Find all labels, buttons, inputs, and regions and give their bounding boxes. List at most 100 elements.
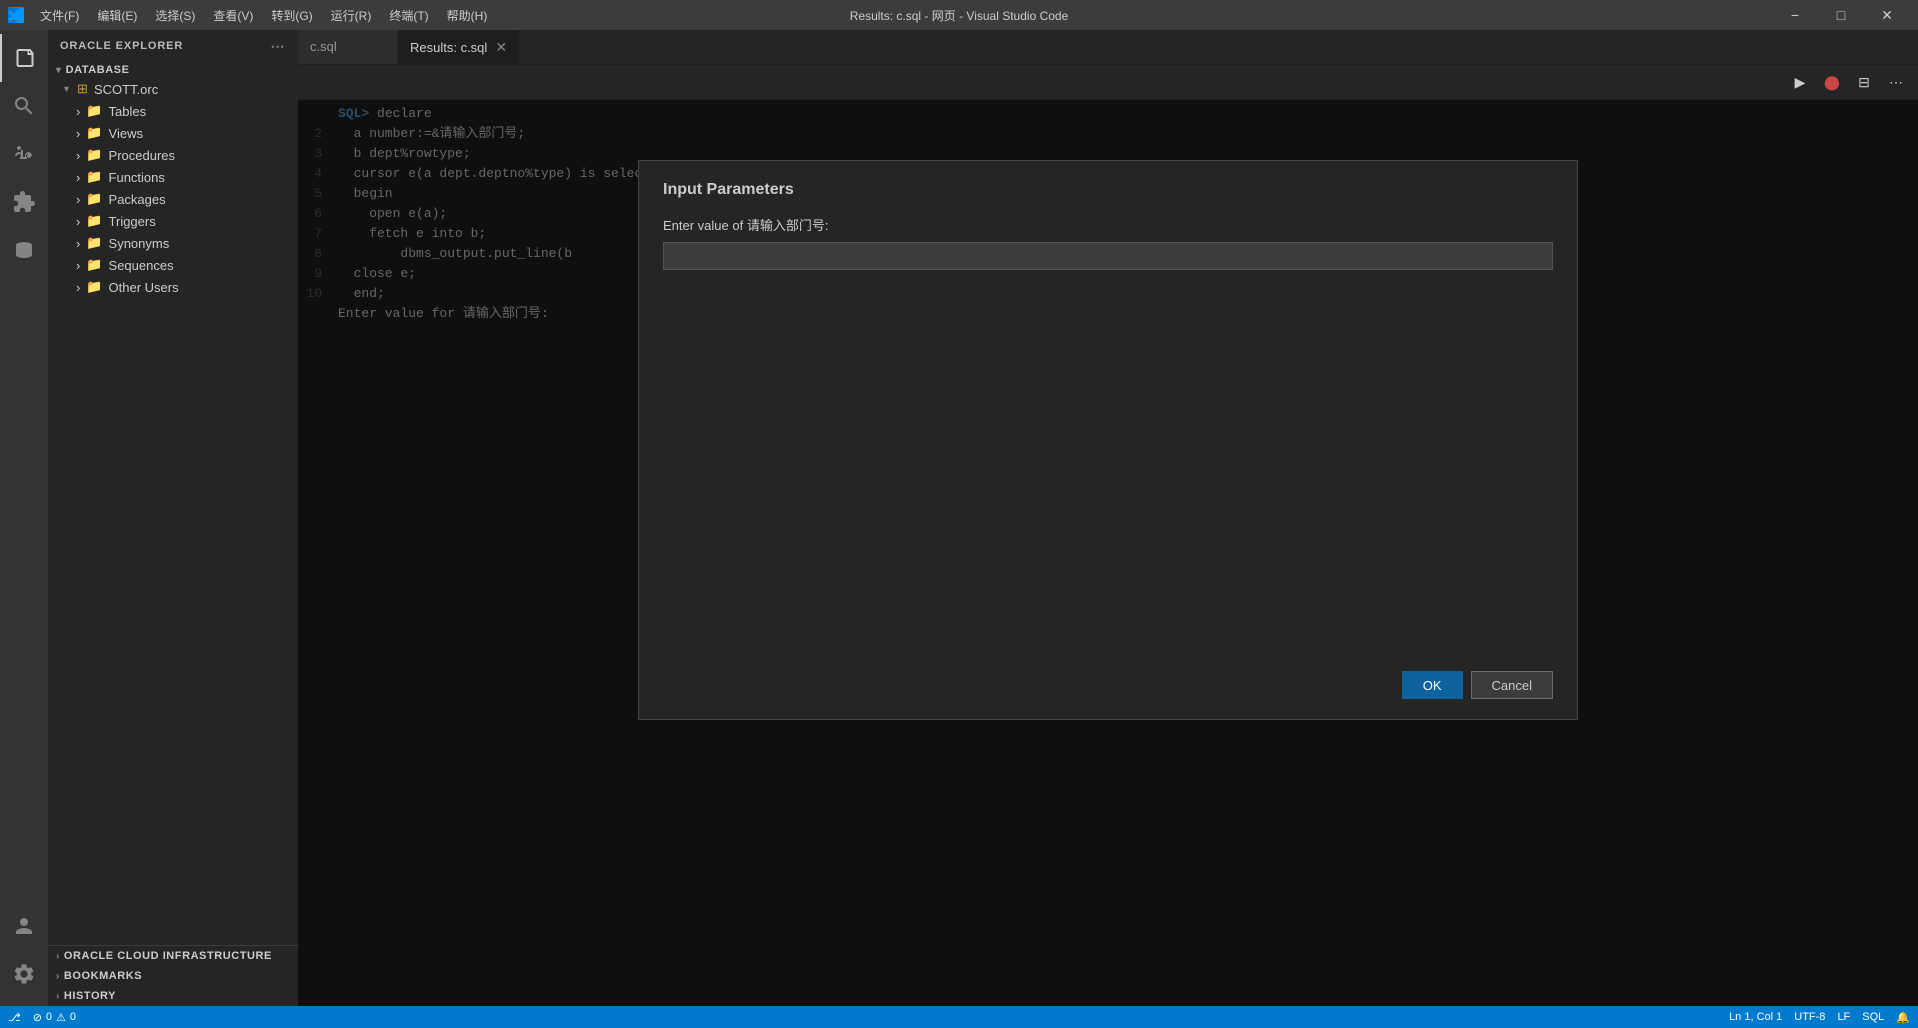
oci-chevron: ›: [56, 951, 60, 962]
sequences-folder-icon: 📁: [86, 257, 102, 273]
packages-folder-icon: 📁: [86, 191, 102, 207]
bell-icon: 🔔: [1896, 1011, 1910, 1024]
sidebar-item-packages[interactable]: › 📁 Packages: [48, 188, 298, 210]
packages-arrow: ›: [76, 192, 80, 207]
errors-item[interactable]: ⊘ 0 ⚠ 0: [33, 1011, 76, 1024]
status-left: ⎇ ⊘ 0 ⚠ 0: [8, 1011, 76, 1024]
line-col-text: Ln 1, Col 1: [1729, 1011, 1782, 1023]
sidebar-item-sequences[interactable]: › 📁 Sequences: [48, 254, 298, 276]
notifications-item[interactable]: 🔔: [1896, 1011, 1910, 1024]
split-editor-button[interactable]: ⊟: [1850, 71, 1878, 93]
activity-accounts[interactable]: [0, 902, 48, 950]
sidebar-item-procedures[interactable]: › 📁 Procedures: [48, 144, 298, 166]
triggers-arrow: ›: [76, 214, 80, 229]
tabs-bar: c.sql Results: c.sql ✕: [298, 30, 1918, 65]
menu-edit[interactable]: 编辑(E): [89, 5, 145, 26]
views-arrow: ›: [76, 126, 80, 141]
sidebar-item-functions[interactable]: › 📁 Functions: [48, 166, 298, 188]
procedures-arrow: ›: [76, 148, 80, 163]
line-ending-item[interactable]: LF: [1837, 1011, 1850, 1023]
menu-file[interactable]: 文件(F): [32, 5, 87, 26]
history-chevron: ›: [56, 991, 60, 1002]
git-branch-icon: ⎇: [8, 1011, 21, 1024]
sidebar-item-tables[interactable]: › 📁 Tables: [48, 100, 298, 122]
synonyms-arrow: ›: [76, 236, 80, 251]
procedures-folder-icon: 📁: [86, 147, 102, 163]
encoding-text: UTF-8: [1794, 1011, 1825, 1023]
activity-explorer[interactable]: [0, 34, 48, 82]
functions-folder-icon: 📁: [86, 169, 102, 185]
language-item[interactable]: SQL: [1862, 1011, 1884, 1023]
activity-search[interactable]: [0, 82, 48, 130]
dialog-input[interactable]: [663, 242, 1553, 270]
tab-results-close[interactable]: ✕: [495, 40, 507, 54]
sidebar-item-triggers[interactable]: › 📁 Triggers: [48, 210, 298, 232]
tab-csql[interactable]: c.sql: [298, 30, 398, 64]
activity-settings[interactable]: [0, 950, 48, 998]
menu-goto[interactable]: 转到(G): [263, 5, 320, 26]
menu-help[interactable]: 帮助(H): [439, 5, 496, 26]
tab-results-csql[interactable]: Results: c.sql ✕: [398, 30, 520, 64]
tables-arrow: ›: [76, 104, 80, 119]
sidebar-more-actions[interactable]: ⋯: [270, 38, 286, 54]
language-text: SQL: [1862, 1011, 1884, 1023]
scott-db-icon: ⊞: [77, 81, 88, 97]
sidebar-item-views[interactable]: › 📁 Views: [48, 122, 298, 144]
sidebar-item-synonyms[interactable]: › 📁 Synonyms: [48, 232, 298, 254]
database-section-header[interactable]: ▾ DATABASE: [48, 62, 298, 78]
activity-bar: [0, 30, 48, 1006]
sequences-arrow: ›: [76, 258, 80, 273]
close-button[interactable]: ✕: [1864, 0, 1910, 30]
menu-terminal[interactable]: 终端(T): [381, 5, 436, 26]
tables-folder-icon: 📁: [86, 103, 102, 119]
error-icon: ⊘: [33, 1011, 42, 1024]
window-title: Results: c.sql - 网页 - Visual Studio Code: [850, 7, 1069, 24]
status-right: Ln 1, Col 1 UTF-8 LF SQL 🔔: [1729, 1011, 1910, 1024]
other-users-arrow: ›: [76, 280, 80, 295]
activity-source-control[interactable]: [0, 130, 48, 178]
sidebar: ORACLE EXPLORER ⋯ ▾ DATABASE ▾ ⊞ SCOTT.o…: [48, 30, 298, 1006]
bookmarks-chevron: ›: [56, 971, 60, 982]
menu-view[interactable]: 查看(V): [205, 5, 261, 26]
menu-select[interactable]: 选择(S): [147, 5, 203, 26]
tab-results-label: Results: c.sql: [410, 40, 487, 55]
git-branch-item[interactable]: ⎇: [8, 1011, 21, 1024]
encoding-item[interactable]: UTF-8: [1794, 1011, 1825, 1023]
scott-orc-item[interactable]: ▾ ⊞ SCOTT.orc: [48, 78, 298, 100]
minimize-button[interactable]: −: [1772, 0, 1818, 30]
main-layout: ORACLE EXPLORER ⋯ ▾ DATABASE ▾ ⊞ SCOTT.o…: [0, 30, 1918, 1006]
bookmarks-section[interactable]: › BOOKMARKS: [48, 966, 298, 986]
sidebar-header-actions: ⋯: [270, 38, 286, 54]
tab-csql-label: c.sql: [310, 39, 337, 54]
history-section[interactable]: › HISTORY: [48, 986, 298, 1006]
error-count: 0: [46, 1011, 52, 1023]
sidebar-header: ORACLE EXPLORER ⋯: [48, 30, 298, 62]
more-actions-button[interactable]: ⋯: [1882, 71, 1910, 93]
stop-button[interactable]: ⬤: [1818, 71, 1846, 93]
menu-run[interactable]: 运行(R): [323, 5, 380, 26]
title-bar-left: 文件(F) 编辑(E) 选择(S) 查看(V) 转到(G) 运行(R) 终端(T…: [8, 5, 495, 26]
line-col-item[interactable]: Ln 1, Col 1: [1729, 1011, 1782, 1023]
menu-bar: 文件(F) 编辑(E) 选择(S) 查看(V) 转到(G) 运行(R) 终端(T…: [32, 5, 495, 26]
activity-extensions[interactable]: [0, 178, 48, 226]
dialog-label: Enter value of 请输入部门号:: [663, 215, 1553, 234]
input-parameters-dialog: Input Parameters Enter value of 请输入部门号: …: [638, 160, 1578, 720]
run-button[interactable]: ▶: [1786, 71, 1814, 93]
activity-db[interactable]: [0, 226, 48, 274]
functions-arrow: ›: [76, 170, 80, 185]
scott-expand-arrow: ▾: [64, 84, 69, 95]
other-users-folder-icon: 📁: [86, 279, 102, 295]
editor-toolbar: ▶ ⬤ ⊟ ⋯: [298, 65, 1918, 100]
sidebar-item-other-users[interactable]: › 📁 Other Users: [48, 276, 298, 298]
synonyms-folder-icon: 📁: [86, 235, 102, 251]
dialog-title: Input Parameters: [663, 181, 1553, 199]
activity-bottom: [0, 902, 48, 1006]
restore-button[interactable]: □: [1818, 0, 1864, 30]
status-bar: ⎇ ⊘ 0 ⚠ 0 Ln 1, Col 1 UTF-8 LF SQL 🔔: [0, 1006, 1918, 1028]
content-area: c.sql Results: c.sql ✕ ▶ ⬤ ⊟ ⋯ SQL> decl…: [298, 30, 1918, 1006]
vscode-icon: [8, 7, 24, 23]
oci-section[interactable]: › ORACLE CLOUD INFRASTRUCTURE: [48, 946, 298, 966]
ok-button[interactable]: OK: [1402, 671, 1463, 699]
cancel-button[interactable]: Cancel: [1471, 671, 1553, 699]
window-controls: − □ ✕: [1772, 0, 1910, 30]
